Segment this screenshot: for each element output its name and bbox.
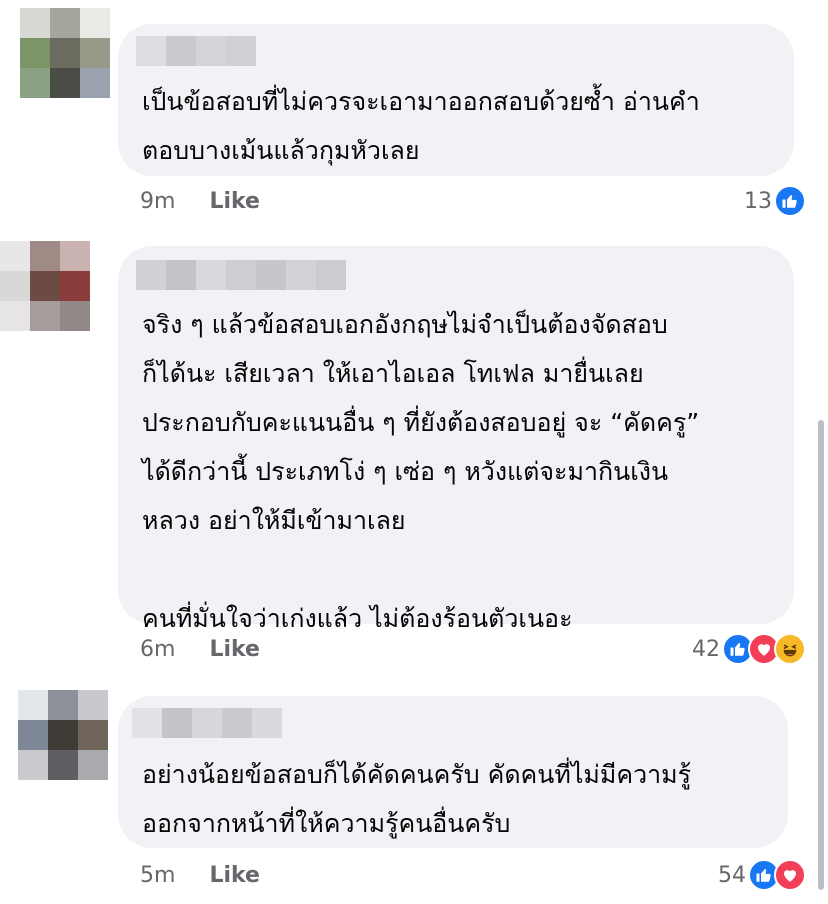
comment-time[interactable]: 9m bbox=[140, 189, 175, 214]
avatar[interactable] bbox=[20, 8, 110, 98]
like-button[interactable]: Like bbox=[209, 189, 260, 214]
scrollbar[interactable] bbox=[818, 420, 824, 890]
author-name-redacted[interactable] bbox=[132, 708, 282, 738]
reaction-count: 54 bbox=[718, 862, 746, 888]
comment-actions: 5m Like bbox=[140, 855, 260, 895]
like-button[interactable]: Like bbox=[209, 863, 260, 888]
like-icon bbox=[774, 185, 806, 217]
comment-bubble: เป็นข้อสอบที่ไม่ควรจะเอามาออกสอบด้วยซ้ำ … bbox=[118, 24, 794, 176]
like-button[interactable]: Like bbox=[209, 637, 260, 662]
author-name-redacted[interactable] bbox=[136, 260, 346, 290]
reaction-count: 13 bbox=[744, 188, 772, 214]
reaction-summary[interactable]: 42 bbox=[692, 629, 806, 669]
comment-actions: 9m Like bbox=[140, 181, 260, 221]
comment-time[interactable]: 5m bbox=[140, 863, 175, 888]
love-icon bbox=[774, 859, 806, 891]
comment-time[interactable]: 6m bbox=[140, 637, 175, 662]
haha-icon bbox=[774, 633, 806, 665]
comment-text: อย่างน้อยข้อสอบก็ได้คัดคนครับ คัดคนที่ไม… bbox=[142, 760, 692, 838]
reaction-count: 42 bbox=[692, 636, 720, 662]
avatar[interactable] bbox=[0, 241, 90, 331]
comment-text: จริง ๆ แล้วข้อสอบเอกอังกฤษไม่จำเป็นต้องจ… bbox=[142, 310, 700, 633]
comment-text: เป็นข้อสอบที่ไม่ควรจะเอามาออกสอบด้วยซ้ำ … bbox=[142, 87, 700, 165]
reaction-summary[interactable]: 13 bbox=[744, 181, 806, 221]
reaction-summary[interactable]: 54 bbox=[718, 855, 806, 895]
comment-bubble: จริง ๆ แล้วข้อสอบเอกอังกฤษไม่จำเป็นต้องจ… bbox=[118, 246, 794, 633]
author-name-redacted[interactable] bbox=[136, 36, 256, 66]
avatar[interactable] bbox=[18, 690, 108, 780]
comment-bubble: อย่างน้อยข้อสอบก็ได้คัดคนครับ คัดคนที่ไม… bbox=[118, 696, 788, 848]
comment-actions: 6m Like bbox=[140, 629, 260, 669]
